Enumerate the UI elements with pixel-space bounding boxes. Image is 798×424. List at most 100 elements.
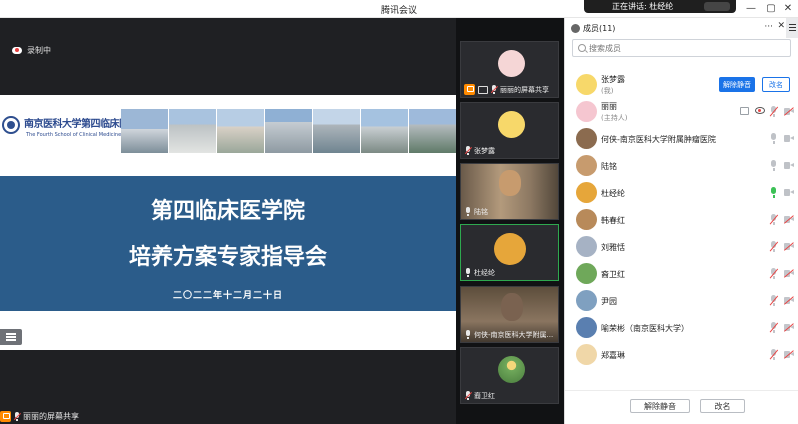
avatar	[576, 263, 597, 284]
mic-icon[interactable]	[769, 160, 778, 172]
mic-icon[interactable]	[769, 133, 778, 145]
speaking-waveform	[704, 2, 730, 11]
member-row[interactable]: 郑嘉琳	[565, 342, 798, 369]
mic-muted-icon	[490, 84, 499, 95]
slide-title-band: 第四临床医学院 培养方案专家指导会 二〇二二年十二月二十日	[0, 176, 456, 311]
unmute-all-button[interactable]: 解除静音	[630, 399, 690, 413]
member-name: 丽丽	[601, 102, 617, 111]
member-name: 裔卫红	[601, 270, 625, 279]
member-role: (主持人)	[601, 114, 628, 122]
avatar	[498, 50, 525, 77]
camera-off-icon[interactable]	[783, 296, 795, 306]
camera-off-icon[interactable]	[783, 215, 795, 225]
member-name: 杜经纶	[601, 189, 625, 198]
member-row[interactable]: 何侠-南京医科大学附属肿瘤医院	[565, 126, 798, 153]
member-row[interactable]: 裔卫红	[565, 261, 798, 288]
member-row[interactable]: 杜经纶	[565, 180, 798, 207]
mic-muted-icon[interactable]	[769, 295, 779, 307]
member-name: 喻荣彬（南京医科大学）	[601, 324, 689, 333]
screen-icon	[477, 84, 488, 95]
mic-speaking-icon[interactable]	[769, 187, 778, 199]
camera-icon[interactable]	[784, 162, 794, 169]
mic-muted-icon[interactable]	[769, 214, 779, 226]
mic-muted-icon	[13, 411, 22, 422]
camera-off-icon[interactable]	[783, 269, 795, 279]
close-button[interactable]: ✕	[782, 3, 794, 15]
mic-muted-icon[interactable]	[769, 241, 779, 253]
member-name: 刘雅恬	[601, 243, 625, 252]
avatar	[576, 101, 597, 122]
mic-muted-icon[interactable]	[769, 322, 779, 334]
search-icon	[578, 44, 586, 52]
thumbnail-name: 张梦露	[474, 146, 495, 155]
camera-icon[interactable]	[784, 135, 794, 142]
person-silhouette	[499, 170, 521, 196]
member-row[interactable]: 张梦露 (我) 解除静音 改名	[565, 72, 798, 99]
member-row[interactable]: 尹园	[565, 288, 798, 315]
panel-title: 成员(11)	[583, 23, 616, 33]
mic-icon	[464, 206, 472, 217]
thumbnail-name: 陆铭	[474, 207, 488, 216]
slide-menu-icon[interactable]	[0, 329, 22, 345]
campus-photo	[313, 109, 360, 153]
member-role: (我)	[601, 87, 614, 95]
meeting-window: 腾讯会议 正在讲话: 杜经纶 — ▢ ✕ 录制中 南京医科大学第四临床医学院 T…	[0, 0, 798, 424]
camera-off-icon[interactable]	[783, 350, 795, 360]
members-icon	[571, 23, 580, 33]
mic-muted-icon	[464, 145, 473, 156]
recording-label: 录制中	[27, 46, 51, 55]
mic-muted-icon[interactable]	[769, 268, 779, 280]
campus-photos	[121, 109, 456, 153]
participant-thumbnail[interactable]: 陆铭	[460, 163, 559, 220]
list-menu-icon[interactable]	[786, 18, 798, 38]
maximize-button[interactable]: ▢	[765, 3, 777, 15]
shared-slide: 南京医科大学第四临床医学院 The Fourth School of Clini…	[0, 95, 456, 350]
slide-title-line1: 第四临床医学院	[150, 199, 305, 224]
rename-button[interactable]: 改名	[762, 77, 790, 92]
mic-muted-icon[interactable]	[769, 349, 779, 361]
avatar	[576, 128, 597, 149]
mic-muted-icon	[464, 390, 473, 401]
participant-thumbnail[interactable]: 何侠-南京医科大学附属...	[460, 286, 559, 343]
member-row[interactable]: 刘雅恬	[565, 234, 798, 261]
cloud-record-icon	[12, 47, 22, 54]
camera-off-icon[interactable]	[783, 107, 795, 117]
participant-thumbnail[interactable]: 裔卫红	[460, 347, 559, 404]
share-owner-label: 丽丽的屏幕共享	[23, 412, 79, 421]
rename-self-button[interactable]: 改名	[700, 399, 745, 413]
school-seal-icon	[2, 116, 20, 134]
avatar	[576, 74, 597, 95]
speaking-label: 正在讲话: 杜经纶	[612, 2, 674, 11]
thumbnail-name: 何侠-南京医科大学附属...	[474, 330, 554, 339]
unmute-button[interactable]: 解除静音	[719, 77, 755, 92]
participant-thumbnail[interactable]: 杜经纶	[460, 224, 559, 281]
minimize-button[interactable]: —	[745, 3, 757, 15]
title-bar: 腾讯会议 正在讲话: 杜经纶 — ▢ ✕	[0, 0, 798, 18]
participant-thumbnail[interactable]: 丽丽的屏幕共享	[460, 41, 559, 98]
search-input[interactable]	[589, 43, 779, 53]
member-row[interactable]: 丽丽 (主持人)	[565, 99, 798, 126]
camera-icon[interactable]	[784, 189, 794, 196]
member-search[interactable]	[572, 39, 791, 57]
mic-icon	[464, 329, 472, 340]
participant-thumbnail[interactable]: 张梦露	[460, 102, 559, 159]
avatar	[576, 317, 597, 338]
member-row[interactable]: 喻荣彬（南京医科大学）	[565, 315, 798, 342]
campus-photo	[409, 109, 456, 153]
member-name: 陆铭	[601, 162, 617, 171]
member-name: 何侠-南京医科大学附属肿瘤医院	[601, 135, 716, 144]
more-options-icon[interactable]: ···	[764, 22, 773, 32]
share-label-bar: 丽丽的屏幕共享	[0, 409, 79, 424]
slide-footer	[0, 311, 456, 350]
campus-photo	[361, 109, 408, 153]
member-row[interactable]: 韩春红	[565, 207, 798, 234]
camera-off-icon[interactable]	[783, 323, 795, 333]
avatar	[576, 236, 597, 257]
slide-title-line2: 培养方案专家指导会	[128, 245, 327, 270]
member-row[interactable]: 陆铭	[565, 153, 798, 180]
mic-muted-icon[interactable]	[769, 106, 779, 118]
close-panel-icon[interactable]: ✕	[777, 21, 785, 31]
main-video-area[interactable]: 录制中 南京医科大学第四临床医学院 The Fourth School of C…	[0, 18, 456, 424]
camera-off-icon[interactable]	[783, 242, 795, 252]
thumbnail-name: 裔卫红	[474, 391, 495, 400]
